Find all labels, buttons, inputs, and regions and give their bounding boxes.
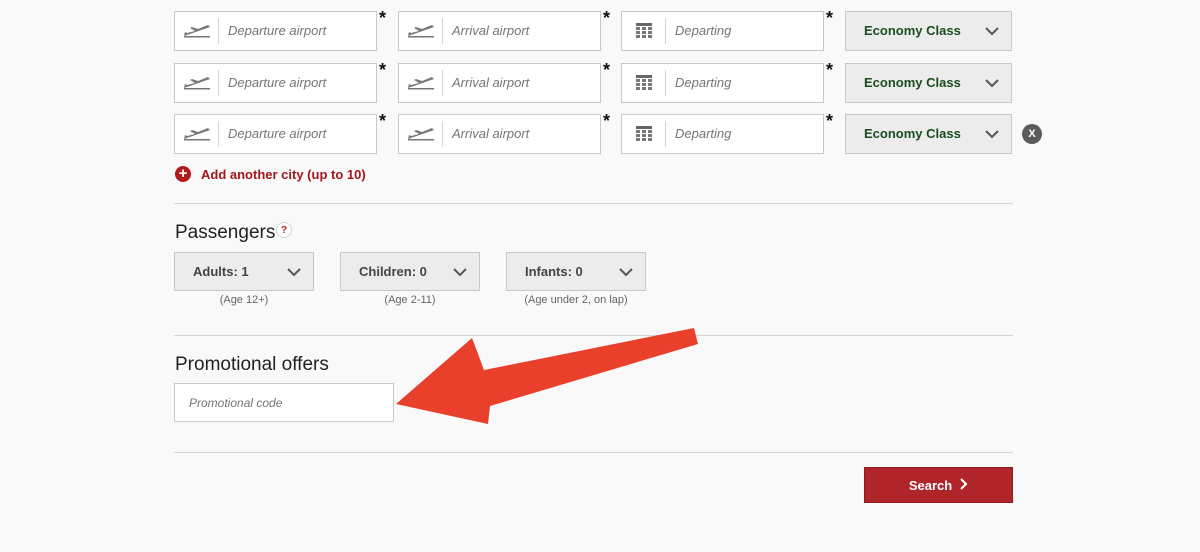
flight-row-1: Departure airport * Arrival airport * De… <box>174 8 1014 51</box>
required-mark: * <box>379 60 387 80</box>
promo-heading: Promotional offers <box>175 354 329 375</box>
flight-row-3: Departure airport * Arrival airport * De… <box>174 111 1042 154</box>
departing-date-field[interactable]: Departing <box>621 63 824 103</box>
children-value: Children: 0 <box>359 264 427 279</box>
plane-departure-icon <box>175 121 219 147</box>
adults-value: Adults: 1 <box>193 264 249 279</box>
calendar-icon <box>622 18 666 44</box>
departure-airport-field[interactable]: Departure airport <box>174 63 377 103</box>
departing-date-field[interactable]: Departing <box>621 114 824 154</box>
required-mark: * <box>603 8 611 28</box>
red-arrow-annotation <box>396 328 698 424</box>
cabin-class-value: Economy Class <box>864 75 961 90</box>
chevron-down-icon <box>287 264 301 282</box>
required-mark: * <box>826 111 834 131</box>
divider <box>174 452 1013 453</box>
chevron-down-icon <box>985 126 999 144</box>
departure-airport-field[interactable]: Departure airport <box>174 114 377 154</box>
required-mark: * <box>826 60 834 80</box>
departure-placeholder: Departure airport <box>228 23 327 38</box>
infants-age-note: (Age under 2, on lap) <box>524 294 628 306</box>
chevron-down-icon <box>453 264 467 282</box>
plane-departure-icon <box>175 18 219 44</box>
departure-placeholder: Departure airport <box>228 126 327 141</box>
required-mark: * <box>603 111 611 131</box>
departure-placeholder: Departure airport <box>228 75 327 90</box>
chevron-right-icon <box>960 477 968 493</box>
remove-flight-button[interactable]: X <box>1022 124 1042 144</box>
arrival-airport-field[interactable]: Arrival airport <box>398 11 601 51</box>
calendar-icon <box>622 70 666 96</box>
arrival-airport-field[interactable]: Arrival airport <box>398 63 601 103</box>
promo-placeholder: Promotional code <box>189 396 283 410</box>
departure-airport-field[interactable]: Departure airport <box>174 11 377 51</box>
infants-select[interactable]: Infants: 0 <box>506 252 646 291</box>
help-icon[interactable]: ? <box>276 222 292 238</box>
departing-date-field[interactable]: Departing <box>621 11 824 51</box>
plane-arrival-icon <box>399 121 443 147</box>
plane-departure-icon <box>175 70 219 96</box>
departing-placeholder: Departing <box>675 23 732 38</box>
promo-code-input[interactable]: Promotional code <box>174 383 394 422</box>
search-label: Search <box>908 477 953 493</box>
chevron-down-icon <box>619 264 633 282</box>
flight-row-2: Departure airport * Arrival airport * De… <box>174 60 1014 103</box>
arrival-placeholder: Arrival airport <box>452 75 530 90</box>
required-mark: * <box>379 8 387 28</box>
divider <box>174 203 1013 204</box>
required-mark: * <box>603 60 611 80</box>
cabin-class-value: Economy Class <box>864 126 961 141</box>
plus-circle-icon: + <box>175 166 191 182</box>
arrival-placeholder: Arrival airport <box>452 126 530 141</box>
arrival-placeholder: Arrival airport <box>452 23 530 38</box>
passengers-heading: Passengers <box>175 222 276 243</box>
chevron-down-icon <box>985 75 999 93</box>
calendar-icon <box>622 121 666 147</box>
departing-placeholder: Departing <box>675 75 732 90</box>
required-mark: * <box>826 8 834 28</box>
arrival-airport-field[interactable]: Arrival airport <box>398 114 601 154</box>
children-age-note: (Age 2-11) <box>384 294 436 306</box>
required-mark: * <box>379 111 387 131</box>
children-select[interactable]: Children: 0 <box>340 252 480 291</box>
cabin-class-select[interactable]: Economy Class <box>845 11 1012 51</box>
adults-select[interactable]: Adults: 1 <box>174 252 314 291</box>
add-city-label: Add another city (up to 10) <box>201 166 366 182</box>
adults-age-note: (Age 12+) <box>219 294 269 306</box>
search-button[interactable]: Search <box>864 467 1013 503</box>
infants-value: Infants: 0 <box>525 264 583 279</box>
plane-arrival-icon <box>399 70 443 96</box>
chevron-down-icon <box>985 23 999 41</box>
plane-arrival-icon <box>399 18 443 44</box>
cabin-class-value: Economy Class <box>864 23 961 38</box>
cabin-class-select[interactable]: Economy Class <box>845 63 1012 103</box>
departing-placeholder: Departing <box>675 126 732 141</box>
add-city-link[interactable]: + Add another city (up to 10) <box>175 166 366 182</box>
cabin-class-select[interactable]: Economy Class <box>845 114 1012 154</box>
